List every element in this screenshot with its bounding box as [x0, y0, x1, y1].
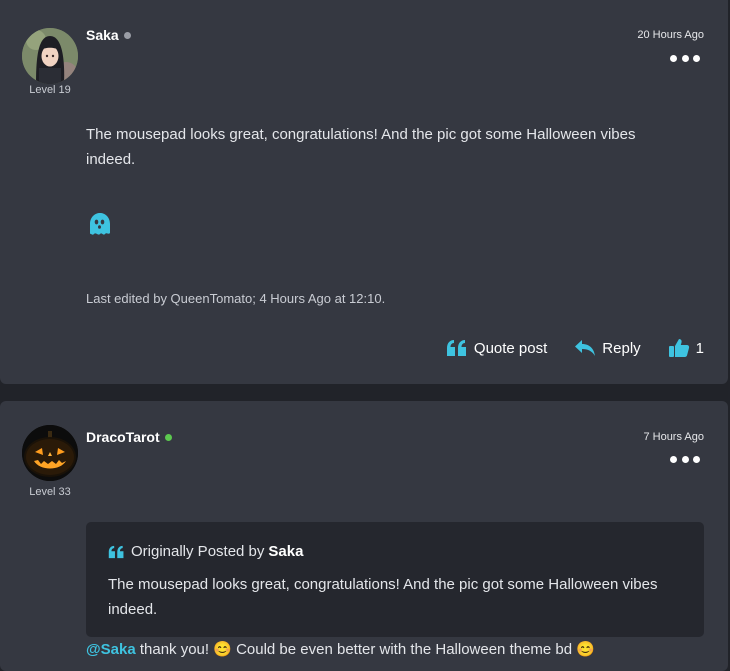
- avatar[interactable]: [22, 28, 78, 84]
- forum-post: Level 33 DracoTarot 7 Hours Ago Original…: [0, 401, 728, 671]
- quote-text: The mousepad looks great, congratulation…: [108, 576, 658, 618]
- user-level: Level 19: [29, 84, 71, 96]
- like-count: 1: [695, 339, 704, 357]
- username-text[interactable]: DracoTarot: [86, 429, 160, 445]
- ghost-icon: [86, 210, 114, 243]
- thumbs-up-icon: [668, 339, 689, 357]
- post-body: @Saka thank you! 😊 Could be even better …: [86, 640, 595, 658]
- dot-icon: [681, 455, 689, 463]
- quote-author[interactable]: Saka: [268, 543, 303, 560]
- offline-status-dot: [123, 31, 131, 39]
- quote-post-label[interactable]: Quote post: [474, 340, 547, 357]
- dot-icon: [670, 455, 677, 463]
- reply-label[interactable]: Reply: [602, 340, 640, 357]
- like-button[interactable]: 1: [668, 338, 704, 358]
- user-level: Level 33: [29, 486, 71, 498]
- dot-icon: [670, 54, 677, 62]
- reply-icon: [575, 340, 596, 356]
- avatar[interactable]: [22, 425, 78, 481]
- edited-note: Last edited by QueenTomato; 4 Hours Ago …: [86, 291, 386, 306]
- username[interactable]: Saka: [86, 27, 131, 43]
- quote-header: Originally Posted by Saka: [108, 543, 303, 560]
- post-actions: Quote post Reply 1: [446, 338, 704, 358]
- reply-button[interactable]: Reply: [574, 339, 641, 357]
- post-body: The mousepad looks great, congratulation…: [86, 126, 636, 168]
- quote-post-button[interactable]: Quote post: [446, 339, 547, 357]
- more-options-button[interactable]: [670, 455, 700, 463]
- more-options-button[interactable]: [670, 54, 700, 62]
- quote-icon: [108, 545, 124, 558]
- post-timestamp: 20 Hours Ago: [637, 29, 704, 41]
- quote-prefix: Originally Posted by: [131, 543, 265, 560]
- post-timestamp: 7 Hours Ago: [643, 431, 704, 443]
- quote-block: Originally Posted by Saka The mousepad l…: [86, 522, 704, 637]
- user-mention[interactable]: @Saka: [86, 641, 136, 658]
- forum-post: Level 19 Saka 20 Hours Ago The mousepad …: [0, 0, 728, 384]
- dot-icon: [693, 455, 700, 463]
- quote-icon: [446, 340, 466, 356]
- dot-icon: [681, 54, 689, 62]
- dot-icon: [693, 54, 700, 62]
- username-text[interactable]: Saka: [86, 27, 119, 43]
- online-status-dot: [164, 433, 172, 441]
- reply-text: thank you! 😊 Could be even better with t…: [135, 641, 595, 658]
- username[interactable]: DracoTarot: [86, 429, 172, 445]
